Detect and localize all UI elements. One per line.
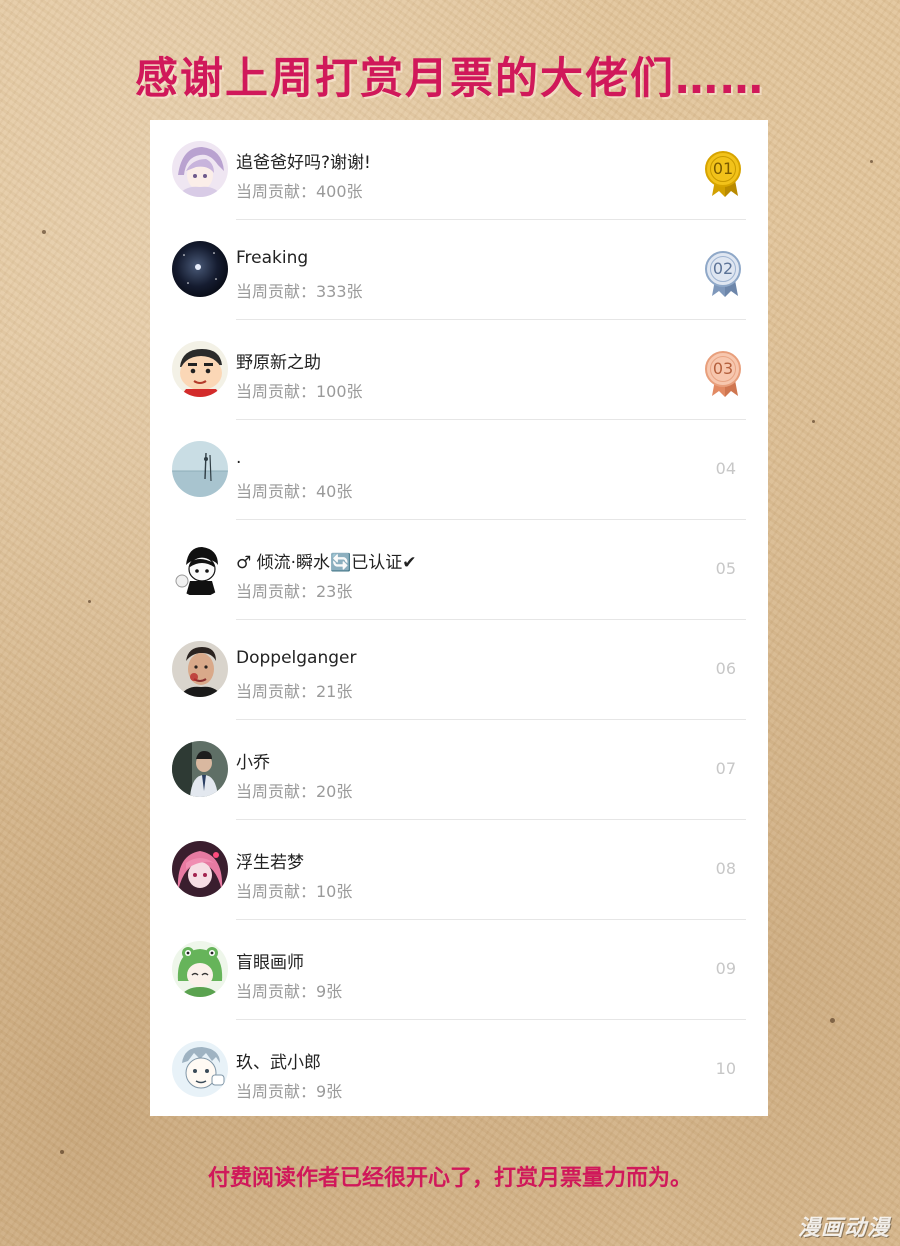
paper-speck bbox=[812, 420, 815, 423]
green-frog-hood-avatar[interactable] bbox=[172, 941, 228, 997]
gold-medal-icon: 01 bbox=[704, 150, 746, 198]
contribution-count: 当周贡献：333张 bbox=[236, 282, 363, 301]
supporter-name: 玖、武小郎 bbox=[236, 1053, 321, 1073]
supporter-name: Doppelganger bbox=[236, 648, 357, 668]
cartoon-sketch-avatar[interactable] bbox=[172, 1041, 228, 1097]
paper-speck bbox=[88, 600, 91, 603]
rank-number: 06 bbox=[715, 659, 736, 678]
rank-number: 10 bbox=[715, 1059, 736, 1078]
contribution-count: 当周贡献：10张 bbox=[236, 882, 353, 901]
supporter-name: 小乔 bbox=[236, 753, 270, 773]
rank-number: 02 bbox=[712, 259, 734, 278]
supporter-name: Freaking bbox=[236, 248, 309, 268]
pink-anime-avatar[interactable] bbox=[172, 841, 228, 897]
list-item[interactable]: Freaking 当周贡献：333张 02 bbox=[150, 220, 768, 320]
rank-number: 01 bbox=[712, 159, 734, 178]
supporter-name: . bbox=[236, 448, 242, 468]
cartoon-boy-avatar[interactable] bbox=[172, 541, 228, 597]
footer-note: 付费阅读作者已经很开心了，打赏月票量力而为。 bbox=[207, 1166, 692, 1191]
rank-number: 04 bbox=[715, 459, 736, 478]
rank-number: 08 bbox=[715, 859, 736, 878]
watermark-logo: 漫画动漫 bbox=[797, 1216, 890, 1241]
rank-number: 09 bbox=[715, 959, 736, 978]
supporter-name: 浮生若梦 bbox=[236, 853, 304, 873]
paper-speck bbox=[830, 1018, 835, 1023]
contribution-count: 当周贡献：21张 bbox=[236, 682, 353, 701]
list-item[interactable]: . 当周贡献：40张 04 bbox=[150, 420, 768, 520]
ranking-list: 追爸爸好吗?谢谢! 当周贡献：400张 01 Freaking 当周贡献：333… bbox=[150, 120, 768, 1116]
supporter-name: 盲眼画师 bbox=[236, 953, 304, 973]
list-item[interactable]: ♂ 倾流·瞬水🔄已认证✔ 当周贡献：23张 05 bbox=[150, 520, 768, 620]
list-item[interactable]: 野原新之助 当周贡献：100张 03 bbox=[150, 320, 768, 420]
list-item[interactable]: 追爸爸好吗?谢谢! 当周贡献：400张 01 bbox=[150, 120, 768, 220]
list-item[interactable]: Doppelganger 当周贡献：21张 06 bbox=[150, 620, 768, 720]
crayon-shinchan-avatar[interactable] bbox=[172, 341, 228, 397]
night-sky-avatar[interactable] bbox=[172, 241, 228, 297]
anime-girl-purple-avatar[interactable] bbox=[172, 141, 228, 197]
list-item[interactable]: 玖、武小郎 当周贡献：9张 10 bbox=[150, 1020, 768, 1120]
contribution-count: 当周贡献：400张 bbox=[236, 182, 363, 201]
contribution-count: 当周贡献：20张 bbox=[236, 782, 353, 801]
rank-number: 07 bbox=[715, 759, 736, 778]
contribution-count: 当周贡献：9张 bbox=[236, 982, 343, 1001]
contribution-count: 当周贡献：9张 bbox=[236, 1082, 343, 1101]
supporter-name: ♂ 倾流·瞬水🔄已认证✔ bbox=[236, 553, 417, 573]
list-item[interactable]: 小乔 当周贡献：20张 07 bbox=[150, 720, 768, 820]
rank-number: 03 bbox=[712, 359, 734, 378]
contribution-count: 当周贡献：100张 bbox=[236, 382, 363, 401]
bronze-medal-icon: 03 bbox=[704, 350, 746, 398]
list-item[interactable]: 浮生若梦 当周贡献：10张 08 bbox=[150, 820, 768, 920]
rank-number: 05 bbox=[715, 559, 736, 578]
person-photo-avatar[interactable] bbox=[172, 741, 228, 797]
silver-medal-icon: 02 bbox=[704, 250, 746, 298]
list-item[interactable]: 盲眼画师 当周贡献：9张 09 bbox=[150, 920, 768, 1020]
man-portrait-avatar[interactable] bbox=[172, 641, 228, 697]
paper-speck bbox=[42, 230, 46, 234]
contribution-count: 当周贡献：40张 bbox=[236, 482, 353, 501]
supporter-name: 追爸爸好吗?谢谢! bbox=[236, 153, 371, 173]
supporter-name: 野原新之助 bbox=[236, 353, 321, 373]
contribution-count: 当周贡献：23张 bbox=[236, 582, 353, 601]
paper-speck bbox=[870, 160, 873, 163]
page-title: 感谢上周打赏月票的大佬们…… bbox=[135, 54, 765, 104]
paper-speck bbox=[60, 1150, 64, 1154]
seascape-avatar[interactable] bbox=[172, 441, 228, 497]
